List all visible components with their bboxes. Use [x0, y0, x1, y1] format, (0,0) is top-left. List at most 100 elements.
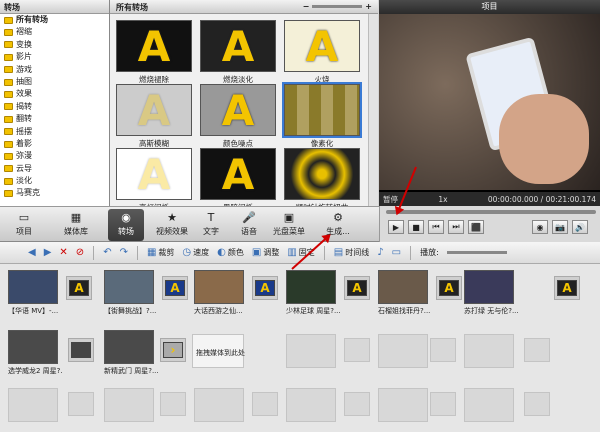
back-icon[interactable]: ◀ [26, 245, 38, 261]
size-slider[interactable]: − + [303, 2, 372, 11]
forward-icon[interactable]: ▶ [42, 245, 54, 261]
toolbar-button-4[interactable]: T 文字 [196, 209, 226, 241]
clip-label: 【华语 MV】-... [8, 307, 59, 315]
transition-mini: A [347, 280, 367, 296]
color-button[interactable]: ◐ 颜色 [215, 245, 246, 261]
clip-label: 选学威龙2 周星?... [8, 367, 62, 375]
tree-item[interactable]: 着影 [0, 138, 109, 150]
transition-tile[interactable]: A 高斯模糊 [116, 84, 192, 149]
transition-slot[interactable]: A [554, 276, 580, 300]
seek-bar[interactable] [386, 210, 596, 214]
clip-thumbnail [8, 330, 58, 364]
media-clip[interactable]: 石榴姐找菲丹?... [378, 270, 432, 316]
tree-item[interactable]: 抽图 [0, 76, 109, 88]
tree-item[interactable]: 淡化 [0, 175, 109, 187]
transition-tile[interactable]: 顺时针旋转扭曲 [284, 148, 360, 213]
playback-slider[interactable] [445, 245, 509, 261]
tree-item[interactable]: 揭转 [0, 101, 109, 113]
transition-tile[interactable]: A黑暗闪烁 [200, 148, 276, 213]
audio-icon[interactable]: ♪ [375, 245, 385, 261]
toolbar-button-1[interactable]: ▦ 媒体库 [56, 209, 96, 241]
folder-icon [4, 91, 13, 99]
transition-slot[interactable]: A [162, 276, 188, 300]
transition-mini: A [439, 280, 459, 296]
transition-mini: › [163, 342, 183, 358]
adjust-button[interactable]: ▣ 调整 [250, 245, 281, 261]
transition-slot[interactable]: A [66, 276, 92, 300]
undo-icon[interactable]: ↶ [101, 245, 113, 261]
tree-item[interactable]: 褶缩 [0, 26, 109, 38]
tree-item[interactable]: 翻转 [0, 113, 109, 125]
tree-item[interactable]: 效果 [0, 88, 109, 100]
media-clip[interactable]: 新精武门 周星?... [104, 330, 158, 376]
tree-item[interactable]: 所有转场 [0, 14, 109, 27]
monitor-icon[interactable]: ▭ [390, 245, 403, 261]
speed-button[interactable]: ◷ 速度 [180, 245, 211, 261]
folder-icon [4, 140, 13, 148]
transition-tile[interactable]: A 燃烧褪除 [116, 20, 192, 85]
tree-item[interactable]: 影片 [0, 51, 109, 63]
media-clip[interactable]: 【华语 MV】-... [8, 270, 62, 316]
transition-slot[interactable]: › [160, 338, 186, 362]
volume-icon[interactable]: 🔊 [572, 220, 588, 234]
folder-icon [4, 16, 13, 24]
camera-icon[interactable]: 📷 [552, 220, 568, 234]
fullscreen-icon[interactable]: ⬛ [468, 220, 484, 234]
tree-item[interactable]: 马赛克 [0, 187, 109, 199]
tree-item[interactable]: 弥漫 [0, 150, 109, 162]
empty-slot [104, 388, 154, 422]
tree-item-label: 翻转 [16, 114, 32, 124]
transition-mini: A [255, 280, 275, 296]
clip-thumbnail [464, 270, 514, 304]
transition-tile[interactable]: A 颜色噪点 [200, 84, 276, 149]
toolbar-button-5[interactable]: 🎤 语音 [232, 209, 266, 241]
transition-mini: A [557, 280, 577, 296]
empty-slot [194, 388, 244, 422]
transition-slot[interactable]: A [344, 276, 370, 300]
media-clip[interactable]: 少林足球 周星?... [286, 270, 340, 316]
transition-tile[interactable]: 像素化 [282, 82, 362, 149]
media-clip[interactable]: 大话西游之仙... [194, 270, 248, 316]
toolbar-button-0[interactable]: ▭ 项目 [4, 209, 44, 241]
tree-item[interactable]: 游戏 [0, 64, 109, 76]
stop-icon[interactable]: ■ [408, 220, 424, 234]
media-clip[interactable]: 苏打绿 无与伦?... [464, 270, 518, 316]
tree-item[interactable]: 摇摆 [0, 126, 109, 138]
prev-frame-icon[interactable]: ⏮ [428, 220, 444, 234]
transition-tile[interactable]: A 燃烧淡化 [200, 20, 276, 85]
play-icon[interactable]: ▶ [388, 220, 404, 234]
media-clip[interactable]: 【街舞挑战】?... [104, 270, 158, 316]
speed-label: 速度 [193, 248, 210, 257]
toolbar-button-2[interactable]: ◉ 转场 [108, 209, 144, 241]
toolbar-button-7[interactable]: ⚙ 生成... [310, 209, 366, 241]
transition-tile[interactable]: A亮灯闪烁 [116, 148, 192, 213]
playback-label: 播放: [420, 248, 439, 257]
tree-item-label: 揭转 [16, 101, 32, 111]
toolbar-button-6[interactable]: ▣ 光盘菜单 [272, 209, 306, 241]
clip-thumbnail [378, 270, 428, 304]
folder-icon [4, 41, 13, 49]
transition-tile[interactable]: A 火烧 [284, 20, 360, 85]
redo-icon[interactable]: ↷ [118, 245, 130, 261]
remove-icon[interactable]: ⊘ [74, 245, 86, 261]
crop-button[interactable]: ▦ 裁剪 [145, 245, 176, 261]
media-clip[interactable]: 选学威龙2 周星?... [8, 330, 62, 376]
transition-slot[interactable]: A [436, 276, 462, 300]
clip-label: 大话西游之仙... [194, 307, 243, 315]
snapshot-icon[interactable]: ◉ [532, 220, 548, 234]
tree-item[interactable]: 云导 [0, 163, 109, 175]
tree-item-label: 抽图 [16, 76, 32, 86]
gallery-scrollbar[interactable] [368, 14, 378, 206]
tree-item[interactable]: 变换 [0, 39, 109, 51]
empty-transition-slot [524, 392, 550, 416]
transition-slot[interactable] [68, 338, 94, 362]
delete-icon[interactable]: ✕ [57, 245, 69, 261]
tree-item-label: 褶缩 [16, 27, 32, 37]
folder-icon [4, 152, 13, 160]
folder-icon [4, 78, 13, 86]
timeline-button[interactable]: ▤ 时间线 [332, 245, 371, 261]
next-frame-icon[interactable]: ⏭ [448, 220, 464, 234]
transition-slot[interactable]: A [252, 276, 278, 300]
clip-label: 石榴姐找菲丹?... [378, 307, 431, 315]
toolbar-button-3[interactable]: ★ 视频效果 [152, 209, 192, 241]
